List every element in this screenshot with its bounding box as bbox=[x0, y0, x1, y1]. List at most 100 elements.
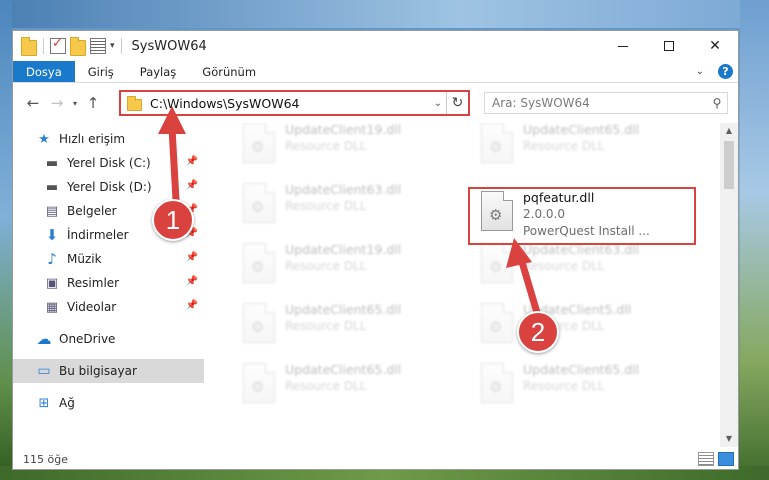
file-name: UpdateClient63.dll bbox=[285, 182, 402, 197]
sidebar-item-pictures[interactable]: ▣ Resimler 📌 bbox=[13, 271, 204, 295]
gear-icon: ⚙ bbox=[251, 378, 265, 396]
file-name: UpdateClient19.dll bbox=[285, 242, 402, 257]
help-icon[interactable]: ? bbox=[718, 64, 733, 79]
pictures-icon: ▣ bbox=[45, 275, 59, 291]
file-item[interactable]: ⚙ UpdateClient5.dll Resource DLL bbox=[471, 299, 691, 351]
sidebar-item-label: Müzik bbox=[67, 252, 102, 266]
dll-file-icon: ⚙ bbox=[481, 303, 513, 343]
file-item[interactable]: ⚙ UpdateClient19.dll Resource DLL bbox=[233, 123, 453, 171]
sidebar-item-label: OneDrive bbox=[59, 332, 116, 346]
tab-view[interactable]: Görünüm bbox=[189, 61, 269, 82]
scroll-down-icon[interactable]: ▼ bbox=[720, 431, 738, 447]
pin-icon[interactable]: 📌 bbox=[186, 180, 198, 191]
status-bar: 115 öğe bbox=[13, 447, 738, 469]
file-item[interactable]: ⚙ UpdateClient65.dll Resource DLL bbox=[471, 359, 691, 411]
back-arrow-icon[interactable]: ← bbox=[21, 94, 45, 112]
properties-check-icon[interactable] bbox=[50, 36, 66, 54]
sidebar-item-videos[interactable]: ▦ Videolar 📌 bbox=[13, 295, 204, 319]
file-description: Resource DLL bbox=[285, 259, 367, 273]
toolbar-divider bbox=[120, 38, 122, 54]
recent-locations-chevron-icon[interactable]: ▾ bbox=[69, 99, 81, 108]
forward-arrow-icon[interactable]: → bbox=[45, 94, 69, 112]
file-item[interactable]: ⚙ UpdateClient65.dll Resource DLL bbox=[471, 123, 691, 171]
sidebar-item-quick-access[interactable]: ★ Hızlı erişim bbox=[13, 127, 204, 151]
refresh-icon[interactable]: ↻ bbox=[446, 92, 468, 114]
search-input[interactable]: Ara: SysWOW64 bbox=[492, 96, 707, 110]
view-properties-icon[interactable] bbox=[90, 38, 106, 54]
details-view-icon[interactable] bbox=[698, 452, 714, 466]
file-item[interactable]: ⚙ UpdateClient63.dll Resource DLL bbox=[233, 179, 453, 231]
file-name: UpdateClient65.dll bbox=[285, 302, 402, 317]
pin-icon[interactable]: 📌 bbox=[186, 276, 198, 287]
tab-share[interactable]: Paylaş bbox=[127, 61, 190, 82]
expand-ribbon-chevron-icon[interactable]: ⌄ bbox=[696, 66, 704, 77]
sidebar-item-label: İndirmeler bbox=[67, 228, 129, 242]
file-item[interactable]: ⚙ UpdateClient65.dll Resource DLL bbox=[233, 299, 453, 351]
sidebar-item-label: Ağ bbox=[59, 396, 75, 410]
dll-file-icon: ⚙ bbox=[481, 243, 513, 283]
pin-icon[interactable]: 📌 bbox=[186, 252, 198, 263]
file-description: Resource DLL bbox=[285, 379, 367, 393]
gear-icon: ⚙ bbox=[489, 378, 503, 396]
annotation-badge-1: 1 bbox=[152, 199, 194, 241]
file-list: ⚙ UpdateClient19.dll Resource DLL ⚙ Updat… bbox=[219, 123, 719, 447]
scroll-thumb[interactable] bbox=[724, 141, 734, 189]
sidebar-item-this-pc[interactable]: ▭ Bu bilgisayar bbox=[13, 359, 204, 383]
music-icon: ♪ bbox=[47, 250, 57, 268]
annotation-badge-2: 2 bbox=[517, 311, 559, 353]
sidebar-item-onedrive[interactable]: ☁ OneDrive bbox=[13, 327, 204, 351]
file-item[interactable]: ⚙ UpdateClient19.dll Resource DLL bbox=[233, 239, 453, 291]
customize-toolbar-chevron-icon[interactable]: ▾ bbox=[110, 41, 115, 51]
sidebar-item-local-disk-c[interactable]: ▬ Yerel Disk (C:) 📌 bbox=[13, 151, 204, 175]
address-bar[interactable]: C:\Windows\SysWOW64 ⌄ ↻ bbox=[119, 90, 470, 116]
minimize-button[interactable] bbox=[600, 31, 646, 61]
drive-icon: ▬ bbox=[45, 179, 59, 195]
sidebar-item-local-disk-d[interactable]: ▬ Yerel Disk (D:) 📌 bbox=[13, 175, 204, 199]
search-icon[interactable]: ⚲ bbox=[707, 96, 727, 110]
tiles-view-icon[interactable] bbox=[718, 452, 734, 466]
explorer-window: ▾ SysWOW64 ✕ Dosya Giriş Paylaş Görünüm … bbox=[12, 30, 739, 470]
address-dropdown-chevron-icon[interactable]: ⌄ bbox=[430, 98, 446, 109]
file-name: UpdateClient65.dll bbox=[523, 123, 640, 137]
item-count: 115 öğe bbox=[23, 452, 68, 466]
cloud-icon: ☁ bbox=[36, 330, 52, 348]
sidebar-item-network[interactable]: ⊞ Ağ bbox=[13, 391, 204, 415]
file-item[interactable]: ⚙ UpdateClient65.dll Resource DLL bbox=[233, 359, 453, 411]
file-description: Resource DLL bbox=[523, 379, 605, 393]
navigation-bar: ← → ▾ ↑ C:\Windows\SysWOW64 ⌄ ↻ Ara: Sys… bbox=[13, 83, 738, 123]
sidebar-item-music[interactable]: ♪ Müzik 📌 bbox=[13, 247, 204, 271]
dll-file-icon: ⚙ bbox=[481, 363, 513, 403]
close-button[interactable]: ✕ bbox=[692, 31, 738, 61]
dll-file-icon: ⚙ bbox=[243, 363, 275, 403]
gear-icon: ⚙ bbox=[489, 258, 503, 276]
video-icon: ▦ bbox=[45, 299, 59, 315]
sidebar-item-label: Yerel Disk (C:) bbox=[67, 156, 151, 170]
new-folder-icon[interactable] bbox=[70, 37, 86, 56]
tab-file[interactable]: Dosya bbox=[13, 61, 75, 82]
file-item[interactable]: ⚙ UpdateClient63.dll Resource DLL bbox=[471, 239, 691, 291]
minimize-icon bbox=[618, 45, 628, 47]
vertical-scrollbar[interactable]: ▲ ▼ bbox=[720, 123, 738, 447]
tab-home[interactable]: Giriş bbox=[75, 61, 127, 82]
maximize-button[interactable] bbox=[646, 31, 692, 61]
scroll-up-icon[interactable]: ▲ bbox=[720, 123, 738, 139]
file-description: Resource DLL bbox=[523, 259, 605, 273]
gear-icon: ⚙ bbox=[251, 258, 265, 276]
file-highlight-box bbox=[468, 187, 696, 245]
network-icon: ⊞ bbox=[38, 395, 50, 411]
pin-icon[interactable]: 📌 bbox=[186, 300, 198, 311]
ribbon-tabs: Dosya Giriş Paylaş Görünüm ⌄ ? bbox=[13, 61, 738, 83]
dll-file-icon: ⚙ bbox=[481, 123, 513, 163]
address-folder-icon bbox=[127, 95, 142, 111]
gear-icon: ⚙ bbox=[489, 138, 503, 156]
search-box[interactable]: Ara: SysWOW64 ⚲ bbox=[484, 92, 728, 114]
dll-file-icon: ⚙ bbox=[243, 243, 275, 283]
document-icon: ▤ bbox=[45, 203, 59, 219]
address-path[interactable]: C:\Windows\SysWOW64 bbox=[150, 96, 430, 111]
computer-icon: ▭ bbox=[37, 363, 51, 379]
pin-icon[interactable]: 📌 bbox=[186, 156, 198, 167]
title-bar: ▾ SysWOW64 ✕ bbox=[13, 31, 738, 61]
drive-icon: ▬ bbox=[45, 155, 59, 171]
up-arrow-icon[interactable]: ↑ bbox=[81, 94, 105, 112]
close-icon: ✕ bbox=[709, 38, 721, 54]
